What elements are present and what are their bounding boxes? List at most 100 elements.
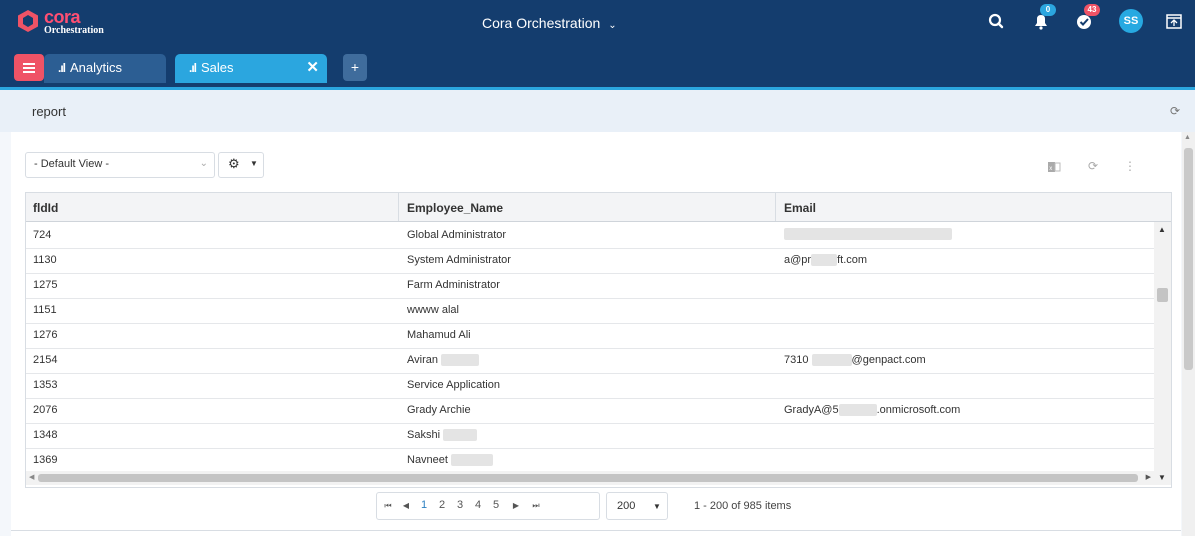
table-row[interactable]: 2154 Aviran 7310 @genpact.com [26,348,1154,374]
cell-name: wwww alal [407,304,459,316]
cell-id: 1369 [33,454,58,466]
cell-id: 1276 [33,329,58,341]
caret-down-icon: ▼ [250,159,258,168]
cell-name: Global Administrator [407,229,507,241]
column-header-employee-name[interactable]: Employee_Name [407,201,503,215]
table-row[interactable]: 1130 System Administrator a@pr ft.com [26,248,1154,274]
cell-id: 1130 [33,254,57,266]
last-page-icon[interactable]: ⏭ [529,501,543,511]
cell-id: 1353 [33,379,58,391]
app-name: Cora Orchestration [482,15,601,31]
cell-email-redacted [784,228,952,241]
cell-id: 1275 [33,279,58,291]
add-tab-button[interactable]: + [343,54,367,81]
grid-vertical-scrollbar[interactable]: ▲ ▼ [1154,222,1171,485]
menu-button[interactable] [14,54,44,81]
scroll-right-icon[interactable]: ▶ [1146,473,1151,481]
next-page-icon[interactable]: ▶ [509,501,523,510]
app-switcher[interactable]: Cora Orchestration ⌄ [482,15,617,31]
scroll-thumb[interactable] [38,474,1138,482]
scroll-down-icon[interactable]: ▼ [1158,473,1166,482]
data-grid: fldId Employee_Name Email 724 Global Adm… [25,192,1172,488]
report-title: report [32,104,66,119]
cora-logo[interactable]: cora Orchestration [18,7,118,38]
table-row[interactable]: 1348 Sakshi [26,423,1154,449]
scroll-thumb[interactable] [1184,148,1193,370]
cora-logo-icon [18,10,38,32]
table-row[interactable]: 1276 Mahamud Ali [26,323,1154,349]
chevron-down-icon: ⌄ [199,158,208,169]
page-button[interactable]: 4 [471,499,485,511]
view-select[interactable]: - Default View - ⌄ [25,152,215,178]
cell-name: Grady Archie [407,404,471,416]
notifications-badge: 0 [1040,4,1056,16]
scroll-thumb[interactable] [1157,288,1168,302]
cell-id: 1348 [33,429,58,441]
page-button[interactable]: 2 [435,499,449,511]
column-header-email[interactable]: Email [784,201,816,215]
pager: ⏮ ◀ 1 2 3 4 5 ▶ ⏭ [376,492,600,520]
more-options-icon[interactable]: ⋮ [1124,159,1136,173]
table-row[interactable]: 1353 Service Application [26,373,1154,399]
tab-label: Analytics [70,60,123,75]
user-avatar[interactable]: SS [1119,9,1143,33]
cell-id: 724 [33,229,52,241]
cell-email: 7310 @genpact.com [784,354,926,367]
top-bar: cora Orchestration Cora Orchestration ⌄ 0… [0,0,1195,90]
tab-label: Sales [201,60,234,75]
scroll-up-icon[interactable]: ▲ [1184,134,1191,141]
caret-down-icon: ▼ [653,502,661,511]
tasks-badge: 43 [1084,4,1100,16]
page-size-value: 200 [617,500,636,512]
notifications-button[interactable]: 0 [1030,4,1056,32]
close-tab-button[interactable]: ✕ [306,54,319,81]
table-row[interactable]: 2076 Grady Archie GradyA@5 .onmicrosoft.c… [26,398,1154,424]
page-button[interactable]: 3 [453,499,467,511]
page-button[interactable]: 1 [417,499,431,511]
cell-id: 1151 [33,304,57,316]
table-row[interactable]: 1151 wwww alal [26,298,1154,324]
scroll-left-icon[interactable]: ◀ [29,473,34,481]
report-header: report ⟳ [0,90,1195,132]
table-row[interactable]: 724 Global Administrator [26,223,1154,249]
refresh-icon[interactable]: ⟳ [1170,104,1180,118]
cell-name: Mahamud Ali [407,329,471,341]
pager-info: 1 - 200 of 985 items [694,500,792,512]
cell-name: Sakshi [407,429,478,442]
prev-page-icon[interactable]: ◀ [399,501,413,510]
view-select-value: - Default View - [34,158,109,170]
window-icon[interactable] [1164,11,1186,33]
cell-name: Service Application [407,379,500,391]
first-page-icon[interactable]: ⏮ [381,501,395,511]
page-size-select[interactable]: 200 ▼ [606,492,668,520]
cell-id: 2076 [33,404,58,416]
scroll-up-icon[interactable]: ▲ [1158,225,1166,234]
search-icon[interactable] [986,10,1008,32]
cell-email: GradyA@5 .onmicrosoft.com [784,404,961,417]
grid-horizontal-scrollbar[interactable]: ◀ ▶ [26,471,1154,485]
bar-chart-icon: .ıl [58,61,66,75]
refresh-icon[interactable]: ⟳ [1088,159,1098,173]
tasks-button[interactable]: 43 [1074,4,1100,32]
cell-name: Aviran [407,354,480,367]
tab-sales[interactable]: .ıl Sales ✕ [175,54,327,83]
cell-id: 2154 [33,354,58,366]
column-header-fldid[interactable]: fldId [33,201,58,215]
cell-name: System Administrator [407,254,511,266]
cell-name: Navneet [407,454,494,467]
page-scrollbar[interactable]: ▲ [1182,132,1195,536]
export-excel-icon[interactable]: x [1047,160,1061,174]
divider [11,530,1181,531]
grid-header: fldId Employee_Name Email [26,193,1171,222]
tab-analytics[interactable]: .ıl Analytics [44,54,166,83]
settings-dropdown[interactable]: ⚙ ▼ [218,152,264,178]
brand-sub: Orchestration [44,25,104,36]
gear-icon: ⚙ [228,156,240,171]
bar-chart-icon: .ıl [189,61,197,75]
table-row[interactable]: 1369 Navneet [26,448,1154,473]
cell-email: a@pr ft.com [784,254,868,267]
table-row[interactable]: 1275 Farm Administrator [26,273,1154,299]
menu-icon [23,63,35,65]
page-button[interactable]: 5 [489,499,503,511]
chevron-down-icon: ⌄ [608,20,617,31]
